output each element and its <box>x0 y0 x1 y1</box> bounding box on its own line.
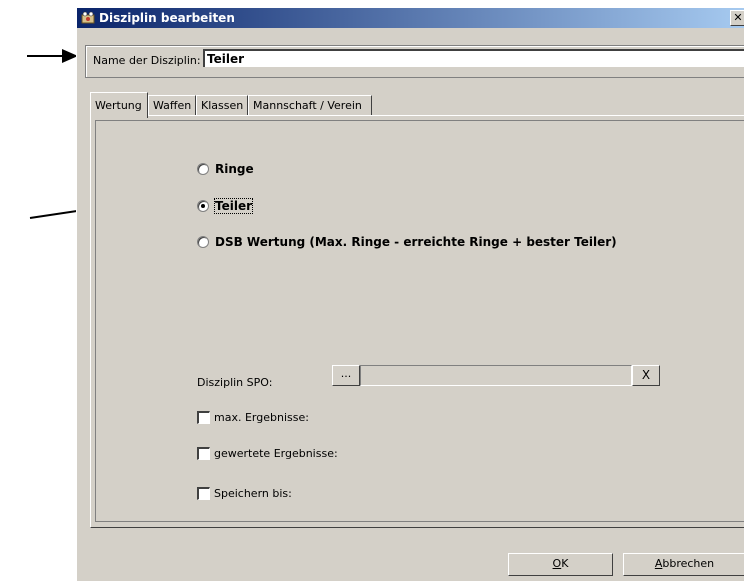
radio-label: Ringe <box>215 162 254 176</box>
cancel-label: bbrechen <box>662 557 715 570</box>
tab-wertung[interactable]: Wertung <box>90 92 148 118</box>
close-icon: ✕ <box>733 11 743 24</box>
checkbox-label: max. Ergebnisse: <box>214 411 309 424</box>
cancel-button[interactable]: Abbrechen <box>623 553 744 576</box>
checkbox[interactable] <box>197 447 210 460</box>
title-bar[interactable]: Disziplin bearbeiten ✕ <box>77 8 744 28</box>
checkbox-label: gewertete Ergebnisse: <box>214 447 338 460</box>
tab-panel-wertung: Ringe Teiler DSB Wertung (Max. Ringe - e… <box>90 115 744 528</box>
name-group: Name der Disziplin: Teiler <box>85 45 744 78</box>
ok-label: K <box>561 557 569 570</box>
radio-label: Teiler <box>213 198 254 214</box>
name-label: Name der Disziplin: <box>93 54 201 67</box>
radio-label: DSB Wertung (Max. Ringe - erreichte Ring… <box>215 235 617 249</box>
tab-label: Wertung <box>95 99 142 112</box>
spo-browse-button[interactable]: ... <box>332 365 360 386</box>
radio-button[interactable] <box>197 236 209 248</box>
radio-button[interactable] <box>197 200 209 212</box>
tab-label: Waffen <box>153 99 192 112</box>
dialog-window: Disziplin bearbeiten ✕ Name der Diszipli… <box>76 7 744 581</box>
panel-inner-frame: Ringe Teiler DSB Wertung (Max. Ringe - e… <box>95 120 744 522</box>
tab-waffen[interactable]: Waffen <box>148 95 196 116</box>
spo-label: Disziplin SPO: <box>197 376 273 389</box>
app-icon <box>81 11 95 24</box>
window-title: Disziplin bearbeiten <box>99 11 235 25</box>
ok-button[interactable]: OK <box>508 553 613 576</box>
tab-mannschaft-verein[interactable]: Mannschaft / Verein <box>248 95 372 116</box>
tab-klassen[interactable]: Klassen <box>196 95 248 116</box>
discipline-name-input[interactable]: Teiler <box>203 49 744 67</box>
spo-clear-button[interactable]: X <box>632 365 660 386</box>
radio-button[interactable] <box>197 163 209 175</box>
tab-label: Klassen <box>201 99 244 112</box>
ok-mnemonic: O <box>552 557 562 570</box>
arrow-to-name-field <box>27 49 78 63</box>
tab-label: Mannschaft / Verein <box>253 99 362 112</box>
spo-field[interactable] <box>360 365 632 386</box>
checkbox[interactable] <box>197 487 210 500</box>
checkbox[interactable] <box>197 411 210 424</box>
checkbox-label: Speichern bis: <box>214 487 292 500</box>
close-button[interactable]: ✕ <box>730 10 744 26</box>
